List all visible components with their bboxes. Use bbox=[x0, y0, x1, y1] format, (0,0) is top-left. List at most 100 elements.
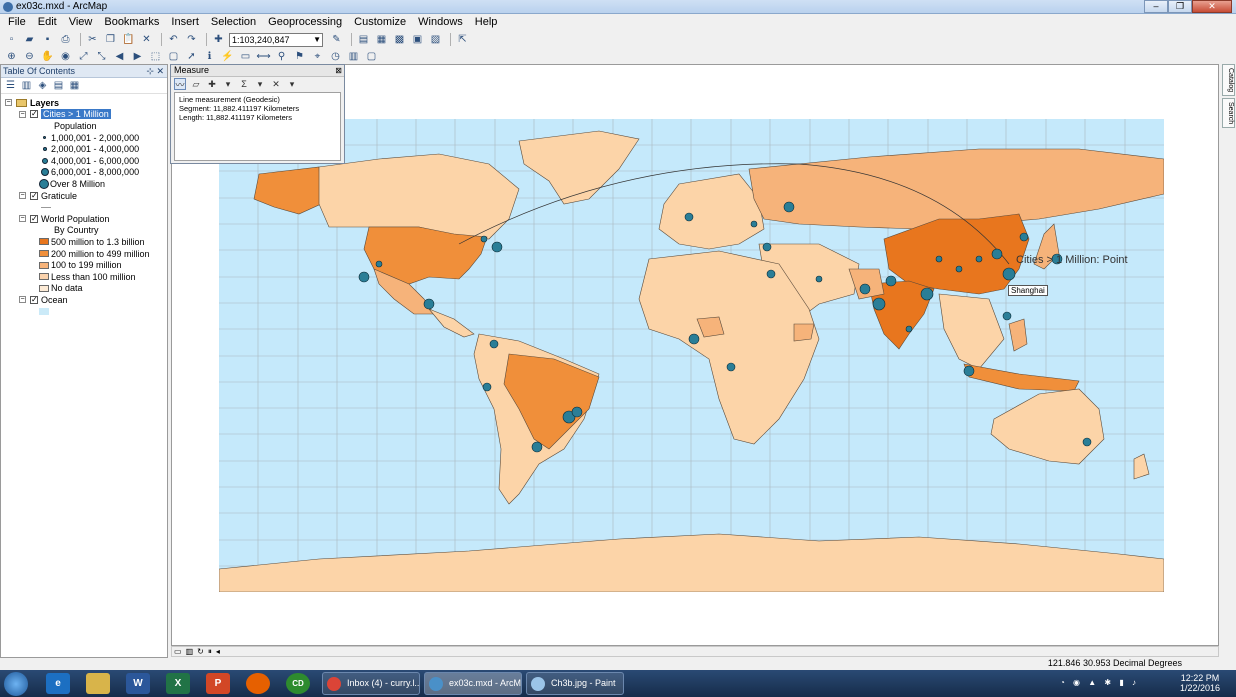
ocean-layer-label[interactable]: Ocean bbox=[41, 295, 68, 305]
copy-icon[interactable]: ❐ bbox=[103, 32, 118, 47]
collapse-graticule-icon[interactable]: − bbox=[19, 192, 26, 200]
help-pointer-icon[interactable]: ⇱ bbox=[455, 32, 470, 47]
units-dropdown-icon[interactable]: ▾ bbox=[254, 78, 266, 90]
collapse-cities-icon[interactable]: − bbox=[19, 110, 26, 118]
delete-icon[interactable]: ✕ bbox=[139, 32, 154, 47]
choose-measurement-type-icon[interactable]: ▾ bbox=[286, 78, 298, 90]
toc-window-icon[interactable]: ▦ bbox=[374, 32, 389, 47]
paste-icon[interactable]: 📋 bbox=[121, 32, 136, 47]
catalog-window-icon[interactable]: ▤ bbox=[356, 32, 371, 47]
clear-selection-icon[interactable]: ▢ bbox=[166, 49, 181, 64]
powerpoint-icon[interactable]: P bbox=[206, 673, 230, 694]
cd-app-icon[interactable]: CD bbox=[286, 673, 310, 694]
open-folder-icon[interactable]: ▰ bbox=[22, 32, 37, 47]
graticule-layer-label[interactable]: Graticule bbox=[41, 191, 77, 201]
pin-icon[interactable]: ⊹ bbox=[146, 66, 154, 76]
measure-area-icon[interactable]: ▱ bbox=[190, 78, 202, 90]
fixed-zoom-out-icon[interactable]: ⤡ bbox=[94, 49, 109, 64]
menu-view[interactable]: View bbox=[63, 14, 99, 31]
menu-customize[interactable]: Customize bbox=[348, 14, 412, 31]
fixed-zoom-in-icon[interactable]: ⤢ bbox=[76, 49, 91, 64]
collapse-layers-icon[interactable]: − bbox=[5, 99, 12, 107]
options-icon[interactable]: ▦ bbox=[68, 79, 81, 92]
excel-icon[interactable]: X bbox=[166, 673, 190, 694]
redo-icon[interactable]: ↷ bbox=[184, 32, 199, 47]
editor-icon[interactable]: ✎ bbox=[329, 32, 344, 47]
measure-icon[interactable]: ⟷ bbox=[256, 49, 271, 64]
find-route-icon[interactable]: ⚑ bbox=[292, 49, 307, 64]
menu-insert[interactable]: Insert bbox=[165, 14, 205, 31]
zoom-in-icon[interactable]: ⊕ bbox=[4, 49, 19, 64]
ie-icon[interactable]: e bbox=[46, 673, 70, 694]
list-by-selection-icon[interactable]: ▤ bbox=[52, 79, 65, 92]
menu-edit[interactable]: Edit bbox=[32, 14, 63, 31]
pan-icon[interactable]: ✋ bbox=[40, 49, 55, 64]
save-icon[interactable]: ▪ bbox=[40, 32, 55, 47]
python-icon[interactable]: ▣ bbox=[410, 32, 425, 47]
collapse-world-pop-icon[interactable]: − bbox=[19, 215, 26, 223]
add-data-icon[interactable]: ✚ bbox=[211, 32, 226, 47]
word-icon[interactable]: W bbox=[126, 673, 150, 694]
back-extent-icon[interactable]: ◀ bbox=[112, 49, 127, 64]
measure-feature-icon[interactable]: ✚ bbox=[206, 78, 218, 90]
menu-geoprocessing[interactable]: Geoprocessing bbox=[262, 14, 348, 31]
print-icon[interactable]: ⎙ bbox=[58, 32, 73, 47]
map-scale-dropdown[interactable]: 1:103,240,847 ▼ bbox=[229, 32, 323, 47]
identify-icon[interactable]: ℹ bbox=[202, 49, 217, 64]
pause-icon[interactable]: ⏸ bbox=[208, 647, 212, 657]
zoom-out-icon[interactable]: ⊖ bbox=[22, 49, 37, 64]
layers-group-label[interactable]: Layers bbox=[30, 98, 59, 108]
chevron-down-icon[interactable]: ▾ bbox=[222, 78, 234, 90]
close-icon[interactable]: ⊠ bbox=[335, 65, 342, 76]
start-button[interactable] bbox=[4, 672, 28, 696]
close-icon[interactable]: ✕ bbox=[156, 66, 164, 76]
full-extent-icon[interactable]: ◉ bbox=[58, 49, 73, 64]
list-by-visibility-icon[interactable]: ◈ bbox=[36, 79, 49, 92]
go-to-xy-icon[interactable]: ⌖ bbox=[310, 49, 325, 64]
menu-selection[interactable]: Selection bbox=[205, 14, 262, 31]
cities-visibility-checkbox[interactable]: ✓ bbox=[30, 110, 38, 119]
clock[interactable]: 12:22 PM 1/22/2016 bbox=[1180, 673, 1220, 693]
firefox-icon[interactable] bbox=[246, 673, 270, 694]
new-document-icon[interactable]: ▫ bbox=[4, 32, 19, 47]
maximize-button[interactable]: ❐ bbox=[1168, 0, 1192, 13]
tray-icons[interactable]: ◔ ◉ ▲ ✱ ▮ ♪ bbox=[1060, 678, 1139, 687]
menu-file[interactable]: File bbox=[2, 14, 32, 31]
catalog-tab[interactable]: Catalog bbox=[1222, 64, 1235, 97]
task-arcmap[interactable]: ex03c.mxd - ArcM... bbox=[424, 672, 522, 695]
world-pop-visibility-checkbox[interactable]: ✓ bbox=[30, 214, 38, 223]
sum-icon[interactable]: Σ bbox=[238, 78, 250, 90]
explorer-icon[interactable] bbox=[86, 673, 110, 694]
ocean-visibility-checkbox[interactable]: ✓ bbox=[30, 295, 38, 304]
find-icon[interactable]: ⚲ bbox=[274, 49, 289, 64]
minimize-button[interactable]: – bbox=[1144, 0, 1168, 13]
time-slider-icon[interactable]: ◷ bbox=[328, 49, 343, 64]
list-by-drawing-order-icon[interactable]: ☰ bbox=[4, 79, 17, 92]
select-features-icon[interactable]: ⬚ bbox=[148, 49, 163, 64]
viewer-icon[interactable]: ▢ bbox=[364, 49, 379, 64]
modelbuilder-icon[interactable]: ▧ bbox=[428, 32, 443, 47]
select-elements-icon[interactable]: ➚ bbox=[184, 49, 199, 64]
task-chrome-inbox[interactable]: Inbox (4) - curry.l... bbox=[322, 672, 420, 695]
swipe-icon[interactable]: ▥ bbox=[346, 49, 361, 64]
data-view-icon[interactable]: ▭ bbox=[174, 647, 182, 656]
task-paint[interactable]: Ch3b.jpg - Paint bbox=[526, 672, 624, 695]
menu-bookmarks[interactable]: Bookmarks bbox=[98, 14, 165, 31]
world-pop-layer-label[interactable]: World Population bbox=[41, 214, 109, 224]
refresh-icon[interactable]: ↻ bbox=[197, 647, 204, 656]
scroll-left-icon[interactable]: ◂ bbox=[216, 647, 220, 656]
layout-view-icon[interactable]: ▥ bbox=[186, 647, 194, 656]
cities-layer-label[interactable]: Cities > 1 Million bbox=[41, 109, 111, 120]
hyperlink-icon[interactable]: ⚡ bbox=[220, 49, 235, 64]
list-by-source-icon[interactable]: ▥ bbox=[20, 79, 33, 92]
graticule-visibility-checkbox[interactable]: ✓ bbox=[30, 191, 38, 200]
cut-icon[interactable]: ✂ bbox=[85, 32, 100, 47]
undo-icon[interactable]: ↶ bbox=[166, 32, 181, 47]
menu-help[interactable]: Help bbox=[469, 14, 504, 31]
menu-windows[interactable]: Windows bbox=[412, 14, 469, 31]
close-button[interactable]: ✕ bbox=[1192, 0, 1232, 13]
world-map[interactable] bbox=[219, 119, 1164, 592]
arctoolbox-icon[interactable]: ▩ bbox=[392, 32, 407, 47]
forward-extent-icon[interactable]: ▶ bbox=[130, 49, 145, 64]
search-tab[interactable]: Search bbox=[1222, 98, 1235, 129]
